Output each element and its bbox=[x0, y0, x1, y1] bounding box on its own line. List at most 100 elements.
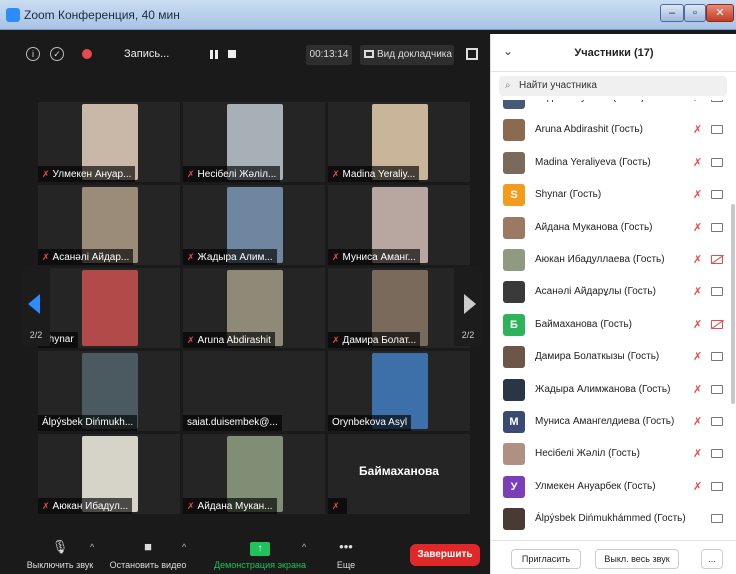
video-tile[interactable]: Баймаханова ✗ bbox=[328, 434, 470, 514]
more-button[interactable]: ••• Еще bbox=[314, 538, 378, 570]
mic-muted-icon: ✗ bbox=[693, 480, 703, 493]
avatar bbox=[503, 281, 525, 304]
participant-row[interactable]: У Улмекен Ануарбек (Гость) ✗ bbox=[491, 471, 736, 503]
mic-muted-icon: ✗ bbox=[332, 252, 340, 262]
prev-page-button[interactable]: 2/2 bbox=[22, 266, 50, 346]
video-tile[interactable]: Shynar bbox=[38, 268, 180, 348]
participant-row[interactable]: Несібелі Жәліл (Гость) ✗ bbox=[491, 438, 736, 470]
participant-row[interactable]: Жадыра Алимжанова (Гость) ✗ bbox=[491, 374, 736, 406]
mic-muted-icon: ✗ bbox=[693, 448, 703, 461]
participant-row[interactable]: Айдана Муканова (Гость) ✗ bbox=[491, 212, 736, 244]
tile-name-label: ✗ bbox=[328, 498, 347, 514]
invite-button[interactable]: Пригласить bbox=[511, 549, 581, 569]
tile-name-label: ✗ Жадыра Алим... bbox=[183, 249, 277, 265]
participant-name: Аюкан Ибадуллаева (Гость) bbox=[535, 254, 665, 265]
video-tile[interactable]: ✗ Несібелі Жәліл... bbox=[183, 102, 325, 182]
fullscreen-icon[interactable] bbox=[466, 48, 478, 60]
avatar bbox=[503, 100, 525, 109]
mic-muted-icon: ✗ bbox=[693, 221, 703, 234]
participant-row[interactable]: S Shynar (Гость) ✗ bbox=[491, 179, 736, 211]
share-options-chevron-icon[interactable]: ^ bbox=[302, 542, 306, 552]
stop-video-button[interactable]: ■ Остановить видео bbox=[102, 538, 194, 570]
avatar: У bbox=[503, 475, 525, 498]
meeting-timer: 00:13:14 bbox=[306, 45, 352, 65]
participant-row[interactable]: Айдана Мукан... (Гость) ✗ bbox=[491, 100, 736, 114]
video-tile[interactable]: ✗ Асанәлі Айдар... bbox=[38, 185, 180, 265]
meeting-toolbar: 🎙 Выключить звук ^ ■ Остановить видео ^ … bbox=[14, 534, 490, 574]
minimize-button[interactable]: – bbox=[660, 4, 684, 22]
participant-list-scrollbar[interactable] bbox=[731, 204, 735, 404]
mute-all-button[interactable]: Выкл. весь звук bbox=[595, 549, 679, 569]
tile-name: Дамира Болат... bbox=[342, 335, 417, 346]
camera-icon bbox=[711, 190, 723, 200]
participant-name: Баймаханова (Гость) bbox=[535, 318, 632, 330]
avatar: S bbox=[503, 184, 525, 207]
video-tile[interactable]: saiat.duisembek@... bbox=[183, 351, 325, 431]
video-tile[interactable]: ✗ Дамира Болат... bbox=[328, 268, 470, 348]
participant-name: Жадыра Алимжанова (Гость) bbox=[535, 383, 671, 395]
video-tile[interactable]: Álpýsbek Dińmukh... bbox=[38, 351, 180, 431]
camera-icon bbox=[711, 222, 723, 232]
mic-muted-icon: ✗ bbox=[693, 189, 703, 202]
participant-row[interactable]: Аюкан Ибадуллаева (Гость) ✗ bbox=[491, 244, 736, 276]
mic-muted-icon: ✗ bbox=[332, 501, 340, 511]
info-icon[interactable]: i bbox=[26, 47, 40, 61]
tile-name: Асанәлі Айдар... bbox=[52, 252, 130, 263]
camera-icon bbox=[711, 125, 723, 135]
participant-row[interactable]: Б Баймаханова (Гость) ✗ bbox=[491, 309, 736, 341]
pause-recording-icon[interactable] bbox=[210, 50, 218, 59]
view-button[interactable]: Вид докладчика bbox=[360, 45, 454, 65]
tile-name: Madina Yeraliy... bbox=[342, 169, 416, 180]
video-tile[interactable]: Orynbekova Asyl bbox=[328, 351, 470, 431]
participant-search-input[interactable]: ⌕ Найти участника bbox=[499, 76, 727, 96]
mic-muted-icon: ✗ bbox=[693, 286, 703, 299]
tile-name-label: Orynbekova Asyl bbox=[328, 415, 412, 431]
shield-icon[interactable]: ✓ bbox=[50, 47, 64, 61]
close-button[interactable]: ✕ bbox=[706, 4, 734, 22]
next-page-button[interactable]: 2/2 bbox=[454, 266, 482, 346]
participant-row[interactable]: М Муниса Амангелдиева (Гость) ✗ bbox=[491, 406, 736, 438]
share-screen-button[interactable]: ↑ Демонстрация экрана bbox=[210, 538, 310, 570]
stop-recording-icon[interactable] bbox=[228, 50, 236, 58]
mic-muted-icon: ✗ bbox=[187, 252, 195, 262]
video-tile[interactable]: ✗ Айдана Мукан... bbox=[183, 434, 325, 514]
participant-name: Айдана Мукан... (Гость) bbox=[535, 100, 645, 103]
video-tile[interactable]: ✗ Аюкан Ибадул... bbox=[38, 434, 180, 514]
participant-row[interactable]: Дамира Болаткызы (Гость) ✗ bbox=[491, 341, 736, 373]
camera-off-icon bbox=[711, 255, 723, 264]
mic-muted-icon: ✗ bbox=[693, 156, 703, 169]
maximize-button[interactable]: ▫ bbox=[684, 4, 706, 22]
camera-icon bbox=[711, 417, 723, 426]
video-tile[interactable]: ✗ Madina Yeraliy... bbox=[328, 102, 470, 182]
mic-muted-icon: ✗ bbox=[693, 351, 703, 364]
tile-name-label: ✗ Madina Yeraliy... bbox=[328, 166, 420, 182]
tile-name-label: saiat.duisembek@... bbox=[183, 415, 282, 431]
tile-name-label: ✗ Асанәлі Айдар... bbox=[38, 249, 134, 265]
end-meeting-button[interactable]: Завершить bbox=[410, 544, 480, 566]
video-options-chevron-icon[interactable]: ^ bbox=[182, 542, 186, 552]
camera-icon bbox=[711, 157, 723, 167]
participant-row[interactable]: Aruna Abdirashit (Гость) ✗ bbox=[491, 114, 736, 146]
video-tile[interactable]: ✗ Жадыра Алим... bbox=[183, 185, 325, 265]
participant-name: Shynar (Гость) bbox=[535, 189, 602, 201]
video-tile[interactable]: ✗ Улмекен Ануар... bbox=[38, 102, 180, 182]
panel-more-button[interactable]: ... bbox=[701, 549, 723, 569]
participant-name: Муниса Амангелдиева (Гость) bbox=[535, 416, 675, 427]
tile-name: Orynbekova Asyl bbox=[332, 417, 408, 428]
participant-row[interactable]: Madina Yeraliyeva (Гость) ✗ bbox=[491, 147, 736, 179]
tile-name: Жадыра Алим... bbox=[197, 252, 273, 263]
tile-name-label: ✗ Aruna Abdirashit bbox=[183, 332, 275, 348]
camera-icon bbox=[711, 481, 723, 491]
video-tile[interactable]: ✗ Муниса Аманг... bbox=[328, 185, 470, 265]
avatar bbox=[503, 443, 525, 466]
tile-name: Айдана Мукан... bbox=[197, 501, 273, 512]
participant-name: Álpýsbek Dińmukhámmed (Гость) bbox=[535, 513, 686, 525]
avatar bbox=[503, 119, 525, 142]
camera-off-icon bbox=[711, 319, 723, 329]
participant-row[interactable]: Álpýsbek Dińmukhámmed (Гость) bbox=[491, 503, 736, 535]
search-icon: ⌕ bbox=[505, 80, 511, 91]
camera-icon bbox=[711, 384, 723, 394]
mute-options-chevron-icon[interactable]: ^ bbox=[90, 542, 94, 552]
participant-row[interactable]: Асанәлі Айдарұлы (Гость) ✗ bbox=[491, 276, 736, 308]
video-tile[interactable]: ✗ Aruna Abdirashit bbox=[183, 268, 325, 348]
